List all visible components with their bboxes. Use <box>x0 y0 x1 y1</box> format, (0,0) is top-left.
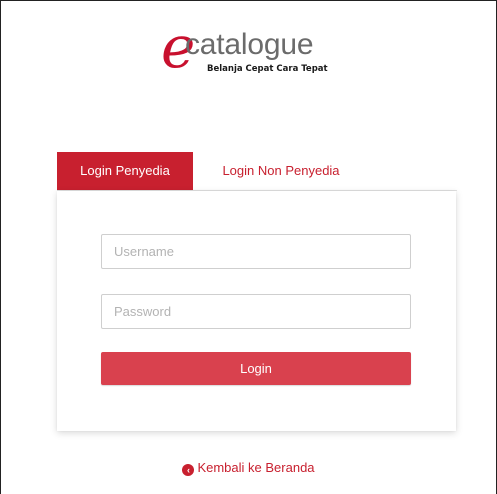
tab-login-non-penyedia[interactable]: Login Non Penyedia <box>201 152 361 190</box>
back-to-home-label: Kembali ke Beranda <box>197 460 315 475</box>
login-button[interactable]: Login <box>101 352 411 385</box>
logo-tagline: Belanja Cepat Cara Tepat <box>207 64 328 74</box>
username-input[interactable] <box>101 234 411 269</box>
chevron-left-circle-icon: ‹ <box>182 464 195 476</box>
logo-word: catalogue <box>185 28 314 61</box>
tab-login-penyedia[interactable]: Login Penyedia <box>57 152 193 190</box>
ecatalogue-logo: e catalogue Belanja Cepat Cara Tepat <box>161 18 351 92</box>
login-tabs: Login Penyedia Login Non Penyedia <box>57 152 457 191</box>
back-to-home-link[interactable]: ‹ Kembali ke Beranda <box>0 460 497 476</box>
password-input[interactable] <box>101 294 411 329</box>
login-card: Login <box>57 191 456 431</box>
